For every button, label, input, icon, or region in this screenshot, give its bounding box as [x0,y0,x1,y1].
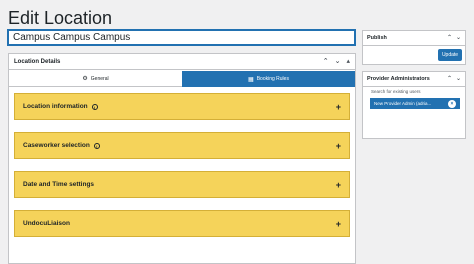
tab-label: General [90,75,109,82]
gear-icon: ⚙ [82,76,88,82]
publish-header: Publish ⌃ ⌄ [363,31,465,46]
info-icon[interactable]: i [91,103,98,110]
update-button[interactable]: Update [438,49,462,61]
user-search-input[interactable]: Search for existing users [371,89,421,94]
panel-label: UndocuLiaison [23,220,70,227]
publish-box: Publish ⌃ ⌄ Update [362,30,466,65]
panel-location-information[interactable]: Location information i + [14,93,350,120]
plus-icon[interactable]: + [336,141,341,151]
plus-icon[interactable]: + [336,180,341,190]
plus-icon[interactable]: + [336,219,341,229]
tabs: ⚙ General ▦ Booking Rules [9,71,355,87]
panel-caseworker-selection[interactable]: Caseworker selection i + [14,132,350,159]
calendar-icon: ▦ [248,76,254,83]
move-up-icon[interactable]: ⌃ [447,35,452,41]
move-up-icon[interactable]: ⌃ [323,58,329,65]
tab-booking-rules[interactable]: ▦ Booking Rules [182,71,355,87]
provider-admins-box: Provider Administrators ⌃ ⌄ Search for e… [362,71,466,139]
metabox-header: Location Details ⌃ ⌄ ▴ [9,54,355,70]
location-title-input[interactable]: Campus Campus Campus [8,30,355,45]
panel-label: Caseworker selection [23,142,90,149]
info-icon[interactable]: i [93,142,100,149]
page-title: Edit Location [8,8,113,28]
chip-label: New Provider Admin (adria... [374,101,432,106]
tab-label: Booking Rules [256,76,289,82]
panel-date-time-settings[interactable]: Date and Time settings + [14,171,350,198]
selected-user-chip[interactable]: New Provider Admin (adria... × [370,98,460,109]
move-down-icon[interactable]: ⌄ [456,76,461,82]
plus-icon[interactable]: + [336,102,341,112]
provider-admins-header: Provider Administrators ⌃ ⌄ [363,72,465,87]
collapse-icon[interactable]: ▴ [346,58,350,65]
panel-label: Date and Time settings [23,181,95,188]
tab-general[interactable]: ⚙ General [9,71,182,87]
metabox-title: Location Details [14,58,61,65]
move-down-icon[interactable]: ⌄ [335,58,341,65]
publish-title: Publish [367,35,387,41]
move-up-icon[interactable]: ⌃ [447,76,452,82]
provider-admins-title: Provider Administrators [367,76,430,82]
location-details-metabox: Location Details ⌃ ⌄ ▴ ⚙ General ▦ Booki… [8,53,356,264]
panel-undoculiaison[interactable]: UndocuLiaison + [14,210,350,237]
close-icon[interactable]: × [448,99,456,108]
panel-label: Location information [23,103,88,110]
move-down-icon[interactable]: ⌄ [456,35,461,41]
panel-list: Location information i + Caseworker sele… [9,87,355,237]
